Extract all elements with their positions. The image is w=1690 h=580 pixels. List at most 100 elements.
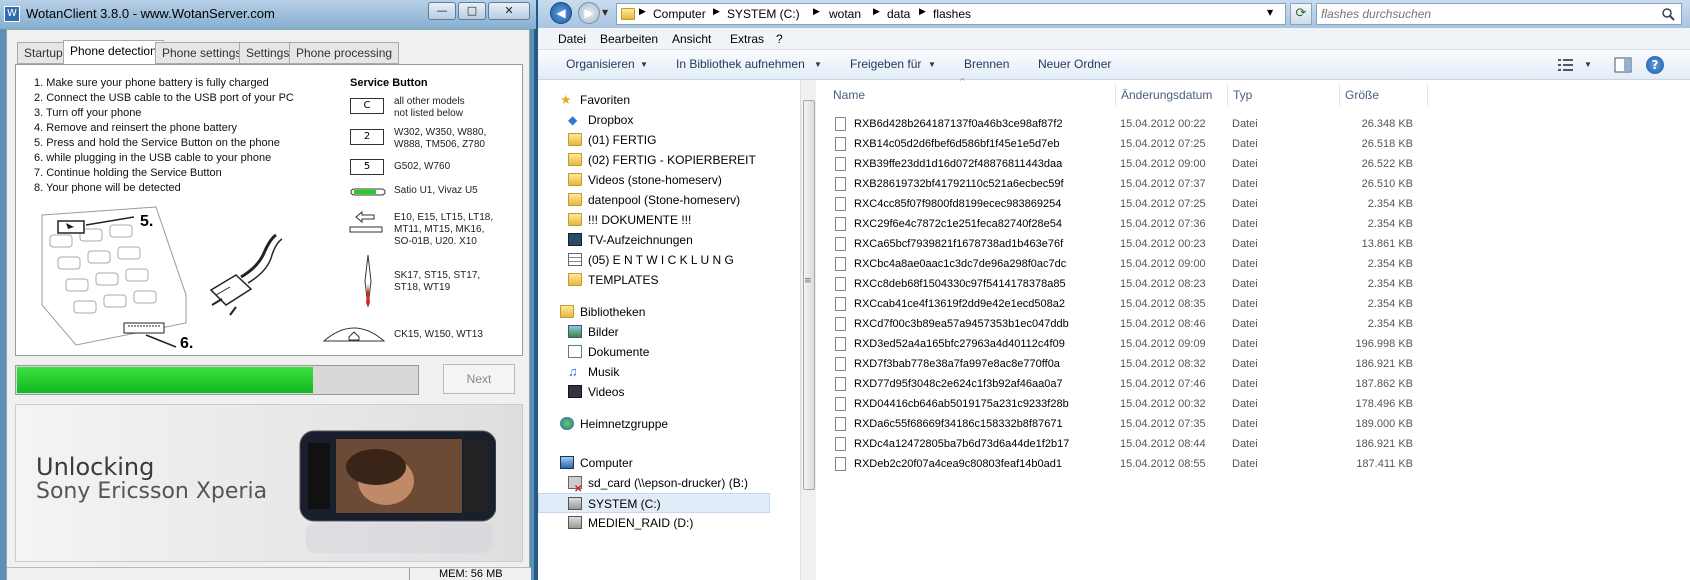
new-folder-button[interactable]: Neuer Ordner: [1038, 57, 1111, 71]
maximize-button[interactable]: □: [458, 2, 486, 20]
chevron-down-icon[interactable]: ▼: [640, 60, 648, 69]
menu-ansicht[interactable]: Ansicht: [672, 32, 711, 46]
nav-item-folder[interactable]: (05) E N T W I C K L U N G: [538, 250, 798, 270]
banner-line2: Sony Ericsson Xperia: [36, 479, 268, 504]
progress-fill: [17, 367, 313, 393]
tab-startup[interactable]: Startup: [17, 42, 70, 64]
service-key-5: 5: [350, 159, 384, 175]
help-icon[interactable]: ?: [1646, 56, 1664, 74]
nav-item-folder[interactable]: !!! DOKUMENTE !!!: [538, 210, 798, 230]
nav-homegroup[interactable]: Heimnetzgruppe: [538, 414, 798, 434]
column-divider[interactable]: [1427, 84, 1428, 106]
file-row[interactable]: RXD77d95f3048c2e624c1f3b92af46aa0a7 15.04…: [827, 374, 1427, 394]
refresh-icon[interactable]: ⟳: [1290, 3, 1312, 25]
breadcrumb-flashes[interactable]: flashes: [933, 7, 971, 21]
next-button[interactable]: Next: [443, 364, 515, 394]
file-size: 2.354 KB: [1367, 278, 1413, 290]
breadcrumb-chevron-icon: ▶: [713, 7, 720, 17]
organize-button[interactable]: Organisieren: [566, 57, 635, 71]
back-button[interactable]: ◀: [550, 2, 572, 24]
column-header-modified[interactable]: Änderungsdatum: [1121, 88, 1212, 102]
nav-item-folder[interactable]: TEMPLATES: [538, 270, 798, 290]
pictures-icon: [568, 325, 582, 338]
column-divider[interactable]: [1339, 84, 1340, 106]
file-row[interactable]: RXD7f3bab778e38a7fa997e8ac8e770ff0a 15.04…: [827, 354, 1427, 374]
menu-extras[interactable]: Extras: [730, 32, 764, 46]
recent-dropdown-icon[interactable]: ▼: [602, 8, 608, 17]
nav-item-pictures[interactable]: Bilder: [538, 322, 798, 342]
file-icon: [835, 377, 846, 391]
nav-item-videos[interactable]: Videos: [538, 382, 798, 402]
minimize-button[interactable]: —: [428, 2, 456, 20]
column-header-size[interactable]: Größe: [1345, 88, 1379, 102]
menu-help[interactable]: ?: [776, 32, 783, 46]
nav-drive-d[interactable]: MEDIEN_RAID (D:): [538, 513, 798, 533]
address-bar[interactable]: ▶ Computer ▶ SYSTEM (C:) ▶ wotan ▶ data …: [616, 3, 1286, 25]
column-divider[interactable]: [1227, 84, 1228, 106]
close-button[interactable]: ✕: [488, 2, 530, 20]
file-row[interactable]: RXB14c05d2d6fbef6d586bf1f45e1e5d7eb 15.04…: [827, 134, 1427, 154]
file-row[interactable]: RXB6d428b264187137f0a46b3ce98af87f2 15.04…: [827, 114, 1427, 134]
file-row[interactable]: RXD04416cb646ab5019175a231c9233f28b 15.04…: [827, 394, 1427, 414]
tab-phone-processing[interactable]: Phone processing: [289, 42, 400, 64]
breadcrumb-chevron-icon: ▶: [813, 7, 820, 17]
search-box[interactable]: [1316, 3, 1682, 25]
file-row[interactable]: RXB39ffe23dd1d16d072f48876811443daa 15.04…: [827, 154, 1427, 174]
breadcrumb-computer[interactable]: Computer: [653, 7, 706, 21]
address-dropdown-icon[interactable]: ▼: [1267, 8, 1273, 17]
nav-item-documents[interactable]: Dokumente: [538, 342, 798, 362]
breadcrumb-data[interactable]: data: [887, 7, 910, 21]
chevron-down-icon[interactable]: ▼: [1584, 60, 1592, 69]
nav-item-music[interactable]: ♫ Musik: [538, 362, 798, 382]
file-row[interactable]: RXB28619732bf41792110c521a6ecbec59f 15.04…: [827, 174, 1427, 194]
phone-detection-panel: 1. Make sure your phone battery is fully…: [15, 64, 523, 356]
chevron-down-icon[interactable]: ▼: [928, 60, 936, 69]
tab-settings[interactable]: Settings: [239, 42, 297, 64]
file-row[interactable]: RXCbc4a8ae0aac1c3dc7de96a298f0ac7dc 15.04…: [827, 254, 1427, 274]
search-icon[interactable]: [1661, 7, 1675, 21]
tab-phone-detection[interactable]: Phone detection: [63, 40, 164, 65]
nav-drive-c-selected[interactable]: SYSTEM (C:): [538, 493, 770, 513]
search-input[interactable]: [1321, 6, 1651, 22]
nav-item-folder[interactable]: (02) FERTIG - KOPIERBEREIT: [538, 150, 798, 170]
file-row[interactable]: RXDa6c55f68669f34186c158332b8f87671 15.04…: [827, 414, 1427, 434]
menu-bearbeiten[interactable]: Bearbeiten: [600, 32, 658, 46]
file-row[interactable]: RXCcab41ce4f13619f2dd9e42e1ecd508a2 15.04…: [827, 294, 1427, 314]
chevron-down-icon[interactable]: ▼: [814, 60, 822, 69]
column-divider[interactable]: [1115, 84, 1116, 106]
column-header-type[interactable]: Typ: [1233, 88, 1252, 102]
wotan-statusbar: MEM: 56 MB: [7, 567, 531, 580]
file-row[interactable]: RXC4cc85f07f9800fd8199ecec983869254 15.04…: [827, 194, 1427, 214]
view-options-icon[interactable]: [1558, 58, 1574, 72]
file-date: 15.04.2012 07:25: [1120, 138, 1206, 150]
navigation-scrollbar[interactable]: ≡: [800, 80, 816, 580]
menu-datei[interactable]: Datei: [558, 32, 586, 46]
file-row[interactable]: RXDc4a12472805ba7b6d73d6a44de1f2b17 15.04…: [827, 434, 1427, 454]
forward-button[interactable]: ▶: [578, 2, 600, 24]
nav-libraries[interactable]: Bibliotheken: [538, 302, 798, 322]
share-button[interactable]: Freigeben für: [850, 57, 921, 71]
preview-pane-icon[interactable]: [1614, 57, 1632, 73]
nav-item-dropbox[interactable]: ◆ Dropbox: [538, 110, 798, 130]
file-row[interactable]: RXDeb2c20f07a4cea9c80803feaf14b0ad1 15.04…: [827, 454, 1427, 474]
nav-computer[interactable]: Computer: [538, 453, 798, 473]
breadcrumb-wotan[interactable]: wotan: [829, 7, 861, 21]
file-row[interactable]: RXD3ed52a4a165bfc27963a4d40112c4f09 15.04…: [827, 334, 1427, 354]
column-header-name[interactable]: Name: [833, 88, 865, 102]
file-row[interactable]: RXCc8deb68f1504330c97f5414178378a85 15.04…: [827, 274, 1427, 294]
nav-item-folder[interactable]: Videos (stone-homeserv): [538, 170, 798, 190]
tab-phone-settings[interactable]: Phone settings: [155, 42, 249, 64]
scrollbar-thumb[interactable]: [803, 100, 815, 490]
burn-button[interactable]: Brennen: [964, 57, 1009, 71]
file-row[interactable]: RXCa65bcf7939821f1678738ad1b463e76f 15.04…: [827, 234, 1427, 254]
nav-item-folder[interactable]: (01) FERTIG: [538, 130, 798, 150]
add-to-library-button[interactable]: In Bibliothek aufnehmen: [676, 57, 805, 71]
nav-favorites[interactable]: ★ Favoriten: [538, 90, 798, 110]
nav-drive-b[interactable]: ✕ sd_card (\\epson-drucker) (B:): [538, 473, 798, 495]
nav-item-tv[interactable]: TV-Aufzeichnungen: [538, 230, 798, 250]
nav-item-folder[interactable]: datenpool (Stone-homeserv): [538, 190, 798, 210]
file-row[interactable]: RXC29f6e4c7872c1e251feca82740f28e54 15.04…: [827, 214, 1427, 234]
wotan-app-icon: W: [4, 6, 20, 22]
file-row[interactable]: RXCd7f00c3b89ea57a9457353b1ec047ddb 15.04…: [827, 314, 1427, 334]
breadcrumb-system-c[interactable]: SYSTEM (C:): [727, 7, 800, 21]
